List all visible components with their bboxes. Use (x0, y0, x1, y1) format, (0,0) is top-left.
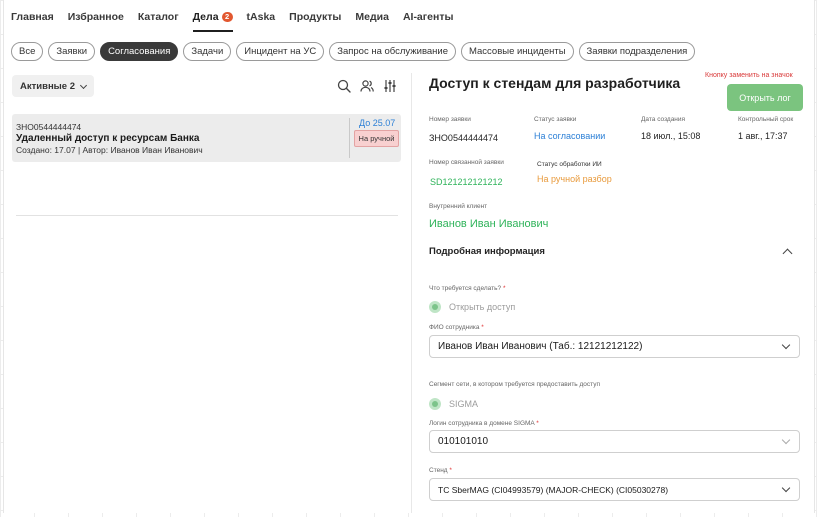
employee-select[interactable]: Иванов Иван Иванович (Таб.: 12121212122) (429, 335, 800, 358)
created-label: Дата создания (641, 116, 686, 123)
nav-taska-label: tAska (246, 10, 276, 23)
details-section-header[interactable]: Подробная информация (429, 246, 799, 259)
required-mark: * (502, 285, 506, 292)
details-section-title: Подробная информация (429, 246, 545, 257)
client-label: Внутренний клиент (429, 203, 488, 210)
chevron-down-icon (781, 483, 791, 493)
chevron-down-icon (781, 340, 791, 350)
nav-ai-agents[interactable]: AI-агенты (403, 0, 454, 33)
left-toolbar (337, 79, 397, 93)
nav-media-label: Медиа (355, 10, 389, 23)
nav-favorites[interactable]: Избранное (68, 0, 124, 33)
filter-sliders-icon[interactable] (383, 79, 397, 93)
detail-hint: Кнопку заменить на значок (705, 72, 793, 79)
detail-title: Доступ к стендам для разработчика (429, 75, 681, 91)
employee-label: ФИО сотрудника * (429, 324, 484, 331)
panel-divider (411, 73, 412, 513)
chevron-down-icon (781, 435, 791, 445)
chip-service-request[interactable]: Запрос на обслуживание (329, 42, 456, 61)
deadline-value: 1 авг., 17:37 (738, 131, 788, 141)
nav-tasks[interactable]: Дела 2 (192, 0, 233, 33)
status-value[interactable]: На согласовании (534, 131, 605, 141)
request-card[interactable]: ЗНО0544444474 Удаленный доступ к ресурса… (12, 114, 401, 162)
nav-products-label: Продукты (289, 10, 342, 23)
nav-catalog-label: Каталог (137, 10, 179, 23)
nav-main-label: Главная (11, 10, 54, 23)
nav-ai-agents-label: AI-агенты (402, 10, 454, 23)
chip-approvals[interactable]: Согласования (100, 42, 179, 61)
stand-select-value: TC SberMAG (CI04993579) (MAJOR-CHECK) (C… (438, 484, 669, 495)
card-due-date: До 25.07 (359, 118, 396, 128)
card-meta: Создано: 17.07 | Автор: Иванов Иван Иван… (16, 145, 203, 155)
action-radio-option[interactable]: Открыть доступ (429, 301, 515, 313)
card-status-badge: На ручной (354, 130, 399, 147)
list-divider (16, 215, 398, 216)
login-select-value: 010101010 (438, 436, 489, 447)
nav-media[interactable]: Медиа (355, 0, 389, 33)
required-mark: * (536, 420, 539, 427)
chevron-up-icon (782, 248, 793, 259)
nav-catalog[interactable]: Каталог (138, 0, 179, 33)
card-separator (349, 118, 350, 158)
stand-select[interactable]: TC SberMAG (CI04993579) (MAJOR-CHECK) (C… (429, 478, 800, 501)
ai-status-label: Статус обработки ИИ (537, 161, 602, 168)
segment-radio-label: SIGMA (449, 399, 479, 409)
chevron-down-icon (79, 81, 88, 89)
segment-radio-option[interactable]: SIGMA (429, 398, 478, 410)
required-mark: * (481, 324, 484, 331)
card-number: ЗНО0544444474 (16, 122, 82, 132)
chip-requests[interactable]: Заявки (48, 42, 96, 61)
search-icon[interactable] (337, 79, 351, 93)
nav-tasks-label: Дела (192, 10, 219, 23)
filter-chips: Все Заявки Согласования Задачи Инцидент … (11, 42, 696, 61)
radio-selected-icon (429, 301, 441, 313)
chip-department-requests[interactable]: Заявки подразделения (578, 42, 696, 61)
login-label-text: Логин сотрудника в домене SIGMA (429, 420, 535, 427)
stand-label: Стенд * (429, 467, 452, 474)
ai-status-value: На ручной разбор (537, 174, 612, 184)
action-question-label: Что требуется сделать? * (429, 285, 505, 292)
required-mark: * (449, 467, 452, 474)
radio-selected-icon (429, 398, 441, 410)
request-number-value: ЗНО0544444474 (429, 133, 498, 143)
nav-favorites-label: Избранное (67, 10, 124, 23)
nav-main[interactable]: Главная (11, 0, 54, 33)
stand-label-text: Стенд (429, 467, 448, 474)
status-label: Статус заявки (534, 116, 577, 123)
linked-request-label: Номер связанной заявки (429, 159, 504, 166)
chip-incident-us[interactable]: Инцидент на УС (236, 42, 325, 61)
client-value[interactable]: Иванов Иван Иванович (429, 218, 548, 230)
open-log-button[interactable]: Открыть лог (727, 84, 803, 111)
segment-label: Сегмент сети, в котором требуется предос… (429, 381, 600, 388)
card-title: Удаленный доступ к ресурсам Банка (16, 133, 200, 144)
action-radio-label: Открыть доступ (449, 302, 516, 312)
login-label: Логин сотрудника в домене SIGMA * (429, 420, 539, 427)
deadline-label: Контрольный срок (738, 116, 794, 123)
top-nav: Главная Избранное Каталог Дела 2 tAska Пр… (11, 0, 453, 33)
chip-all[interactable]: Все (11, 42, 44, 61)
nav-tasks-badge: 2 (221, 11, 233, 22)
login-select[interactable]: 010101010 (429, 430, 800, 453)
linked-request-value[interactable]: SD121212121212 (430, 177, 503, 187)
nav-taska[interactable]: tAska (247, 0, 276, 33)
nav-products[interactable]: Продукты (289, 0, 341, 33)
action-question-text: Что требуется сделать? (429, 285, 502, 292)
request-number-label: Номер заявки (429, 116, 471, 123)
chip-mass-incidents[interactable]: Массовые инциденты (461, 42, 574, 61)
chip-tasks[interactable]: Задачи (183, 42, 232, 61)
users-icon[interactable] (360, 79, 374, 93)
employee-select-value: Иванов Иван Иванович (Таб.: 12121212122) (438, 341, 643, 352)
active-filter-select[interactable]: Активные 2 (12, 75, 95, 97)
created-value: 18 июл., 15:08 (641, 131, 701, 141)
employee-label-text: ФИО сотрудника (429, 324, 480, 331)
active-filter-label: Активные 2 (20, 80, 76, 92)
